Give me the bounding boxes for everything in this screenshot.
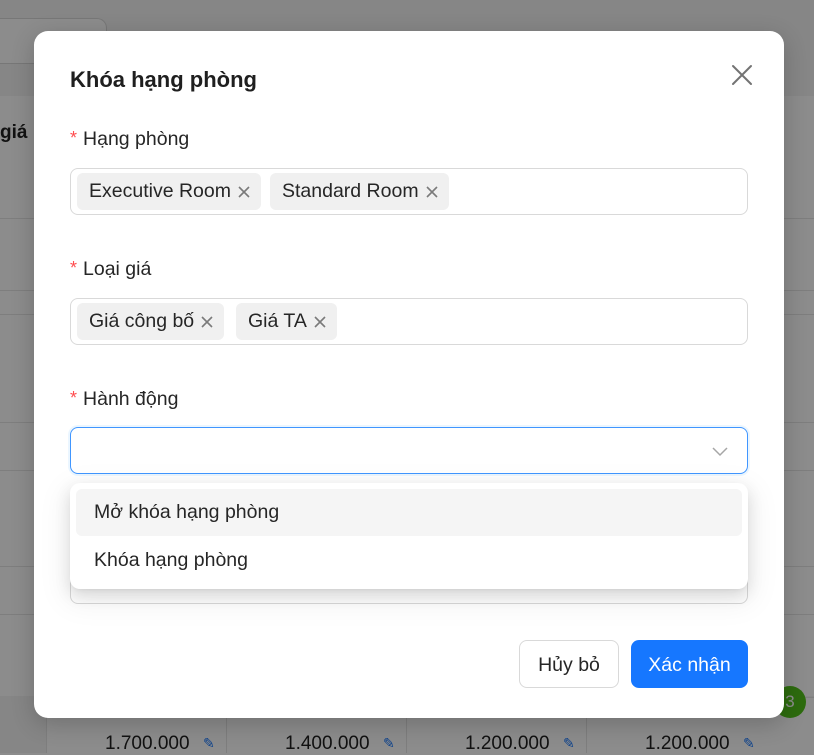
close-button[interactable] <box>726 59 758 91</box>
modal-title: Khóa hạng phòng <box>70 67 257 92</box>
tag-standard-room: Standard Room <box>270 173 449 210</box>
tag-label: Giá TA <box>248 310 307 332</box>
action-select[interactable] <box>70 427 748 474</box>
tag-executive-room: Executive Room <box>77 173 261 210</box>
cancel-button[interactable]: Hủy bỏ <box>519 640 619 688</box>
rate-type-select[interactable]: Giá công bố Giá TA <box>70 298 748 345</box>
room-class-label: * Hạng phòng <box>70 128 189 151</box>
room-class-label-text: Hạng phòng <box>83 128 190 150</box>
chevron-down-icon <box>712 447 728 457</box>
tag-ta-rate: Giá TA <box>236 303 337 340</box>
rate-type-label: * Loại giá <box>70 258 151 281</box>
close-small-icon[interactable] <box>425 185 439 199</box>
action-label-text: Hành động <box>83 388 179 410</box>
option-lock-room-class[interactable]: Khóa hạng phòng <box>76 537 742 584</box>
action-dropdown: Mở khóa hạng phòng Khóa hạng phòng <box>70 483 748 589</box>
action-label: * Hành động <box>70 388 178 411</box>
tag-label: Standard Room <box>282 180 419 202</box>
tag-label: Giá công bố <box>89 310 195 332</box>
close-small-icon[interactable] <box>200 315 214 329</box>
rate-type-label-text: Loại giá <box>83 258 152 280</box>
required-mark: * <box>70 128 78 148</box>
room-class-select[interactable]: Executive Room Standard Room <box>70 168 748 215</box>
tag-label: Executive Room <box>89 180 231 202</box>
confirm-button[interactable]: Xác nhận <box>631 640 748 688</box>
option-unlock-room-class[interactable]: Mở khóa hạng phòng <box>76 489 742 536</box>
close-small-icon[interactable] <box>237 185 251 199</box>
tag-published-rate: Giá công bố <box>77 303 225 340</box>
close-icon <box>732 65 752 85</box>
close-small-icon[interactable] <box>313 315 327 329</box>
lock-room-class-modal: Khóa hạng phòng * Hạng phòng Executive Ro… <box>34 31 784 718</box>
required-mark: * <box>70 258 78 278</box>
required-mark: * <box>70 388 78 408</box>
